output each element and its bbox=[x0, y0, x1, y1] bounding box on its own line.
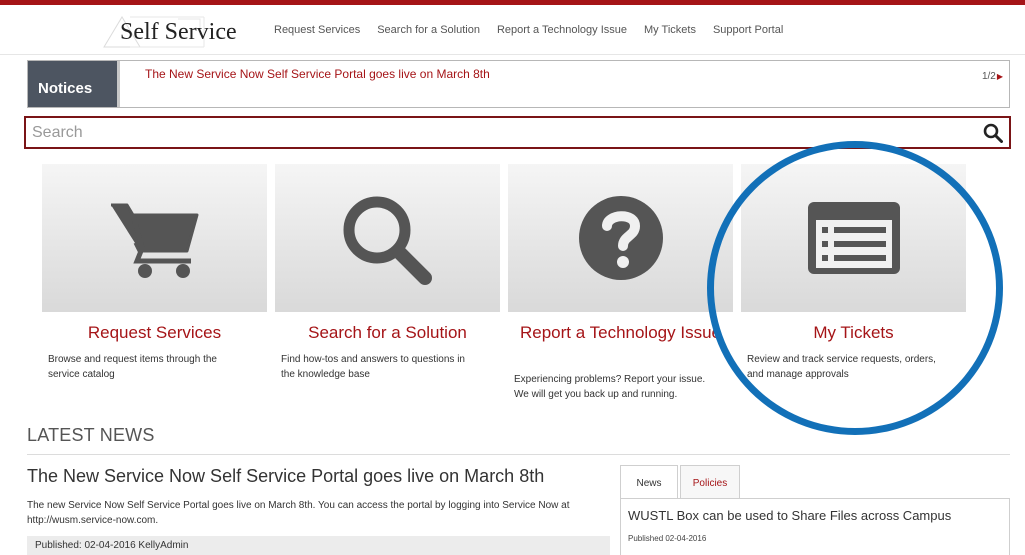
notices-label: Notices bbox=[28, 61, 117, 107]
article-title[interactable]: The New Service Now Self Service Portal … bbox=[27, 466, 544, 487]
nav-request-services[interactable]: Request Services bbox=[274, 24, 360, 36]
search-input[interactable] bbox=[32, 120, 962, 146]
card-title[interactable]: My Tickets bbox=[741, 323, 966, 343]
shopping-cart-icon bbox=[110, 203, 198, 278]
tab-news[interactable]: News bbox=[620, 465, 678, 499]
article-published: Published: 02-04-2016 KellyAdmin bbox=[27, 536, 610, 555]
notice-link[interactable]: The New Service Now Self Service Portal … bbox=[145, 67, 490, 81]
card-report-issue[interactable]: Report a Technology Issue Experiencing p… bbox=[508, 164, 733, 404]
card-title[interactable]: Search for a Solution bbox=[275, 323, 500, 343]
card-description: Find how-tos and answers to questions in… bbox=[281, 354, 465, 380]
tab-policies[interactable]: Policies bbox=[680, 465, 740, 499]
card-description: Browse and request items through the ser… bbox=[48, 354, 217, 380]
question-icon bbox=[578, 196, 663, 280]
card-search-solution[interactable]: Search for a Solution Find how-tos and a… bbox=[275, 164, 500, 404]
card-my-tickets[interactable]: My Tickets Review and track service requ… bbox=[741, 164, 966, 404]
card-title[interactable]: Report a Technology Issue bbox=[508, 323, 733, 343]
card-title[interactable]: Request Services bbox=[42, 323, 267, 343]
service-cards: Request Services Browse and request item… bbox=[42, 164, 966, 404]
card-image[interactable] bbox=[508, 164, 733, 312]
ticket-list-icon bbox=[807, 202, 900, 274]
article-body: The new Service Now Self Service Portal … bbox=[27, 500, 570, 526]
card-image[interactable] bbox=[275, 164, 500, 312]
card-image[interactable] bbox=[42, 164, 267, 312]
notices-divider bbox=[117, 61, 120, 107]
notices-bar: Notices The New Service Now Self Service… bbox=[27, 60, 1010, 108]
magnifier-icon bbox=[343, 196, 432, 285]
chevron-right-icon[interactable]: ▶ bbox=[997, 72, 1003, 81]
nav-support-portal[interactable]: Support Portal bbox=[713, 24, 783, 36]
panel-item-title[interactable]: WUSTL Box can be used to Share Files acr… bbox=[628, 508, 951, 523]
card-image[interactable] bbox=[741, 164, 966, 312]
panel-item-date: Published 02-04-2016 bbox=[628, 534, 707, 543]
card-description: Experiencing problems? Report your issue… bbox=[514, 374, 706, 400]
news-tabs: News Policies bbox=[620, 465, 1010, 499]
notice-pager-count: 1/2 bbox=[981, 71, 996, 82]
divider bbox=[27, 454, 1010, 455]
search-bar bbox=[24, 116, 1011, 149]
main-nav: Request Services Search for a Solution R… bbox=[274, 24, 800, 36]
nav-report-issue[interactable]: Report a Technology Issue bbox=[497, 24, 627, 36]
logo-text[interactable]: Self Service bbox=[120, 19, 237, 46]
nav-my-tickets[interactable]: My Tickets bbox=[644, 24, 696, 36]
search-icon[interactable] bbox=[983, 123, 1003, 143]
news-tab-panel: WUSTL Box can be used to Share Files acr… bbox=[620, 498, 1010, 555]
header: Self Service Request Services Search for… bbox=[0, 5, 1025, 55]
latest-news-heading: LATEST NEWS bbox=[27, 425, 155, 445]
card-description: Review and track service requests, order… bbox=[747, 354, 936, 380]
notice-pager[interactable]: 1/2▶ bbox=[982, 71, 1003, 82]
nav-search-solution[interactable]: Search for a Solution bbox=[377, 24, 480, 36]
card-request-services[interactable]: Request Services Browse and request item… bbox=[42, 164, 267, 404]
